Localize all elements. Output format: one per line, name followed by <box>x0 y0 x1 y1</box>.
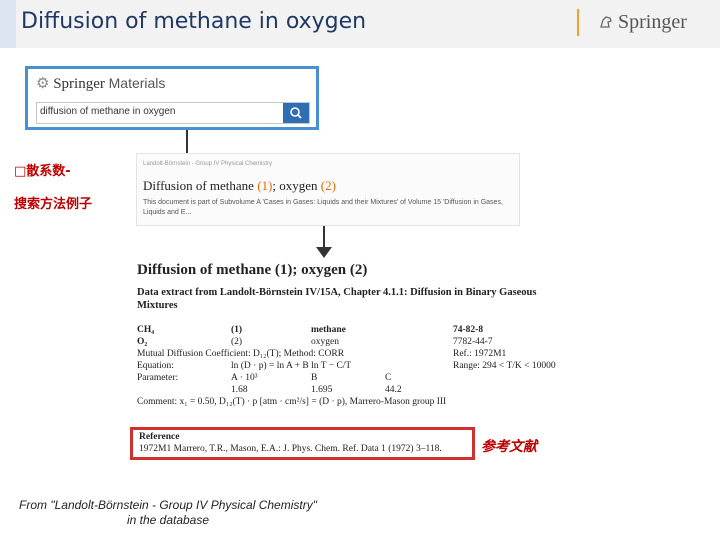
result-title-num2: (2) <box>320 178 336 193</box>
label-diffusion-coefficient: □散系数- <box>14 164 71 179</box>
parameter-c: C <box>385 373 392 383</box>
result-title-num1: (1) <box>257 178 273 193</box>
header-divider <box>577 9 579 36</box>
result-title-part-a: Diffusion of methane <box>143 178 258 193</box>
row-cas: 7782-44-7 <box>453 337 493 347</box>
sm-logo-icon: ⚙ <box>36 76 50 92</box>
comment-line: Comment: x₁ = 0.50, D₁₂(T) · p [atm · cm… <box>137 397 447 407</box>
mutual-diffusion-ref: Ref.: 1972M1 <box>453 349 507 359</box>
search-result-item[interactable]: Landolt-Börnstein - Group IV Physical Ch… <box>136 153 520 226</box>
row-num: (2) <box>231 337 243 347</box>
parameter-a: A · 10³ <box>231 373 258 383</box>
mutual-diffusion-label: Mutual Diffusion Coefficient: D₁₂(T); Me… <box>137 349 345 359</box>
document-title: Diffusion of methane (1); oxygen (2) <box>137 262 368 278</box>
result-title[interactable]: Diffusion of methane (1); oxygen (2) <box>143 178 336 194</box>
equation-range: Range: 294 < T/K < 10000 <box>453 361 556 371</box>
slide-title: Diffusion of methane in oxygen <box>21 9 367 34</box>
arrow-head-down <box>316 247 332 258</box>
caption-line-2: in the database <box>126 513 210 527</box>
reference-box: Reference 1972M1 Marrero, T.R., Mason, E… <box>130 427 475 460</box>
equation-label: Equation: <box>137 361 174 371</box>
search-input[interactable] <box>40 106 280 117</box>
springer-materials-search-panel: ⚙ Springer Materials <box>25 66 319 130</box>
caption-line-1: From "Landolt-Börnstein - Group IV Physi… <box>19 498 317 512</box>
slide-header: Diffusion of methane in oxygen Springer <box>0 0 720 48</box>
result-breadcrumb: Landolt-Börnstein - Group IV Physical Ch… <box>143 161 273 167</box>
result-description: This document is part of Subvolume A 'Ca… <box>143 199 503 216</box>
row-num: (1) <box>231 325 243 335</box>
reference-label: 参考文献 <box>481 439 537 455</box>
equation-expression: ln (D · p) = ln A + B ln T − C/T <box>231 361 352 371</box>
row-name: oxygen <box>311 337 339 347</box>
row-formula: CH₄ <box>137 325 155 335</box>
reference-heading: Reference <box>139 432 180 442</box>
header-accent-bar <box>0 0 16 48</box>
springer-logo-text: Springer <box>618 11 687 33</box>
result-title-part-b: ; oxygen <box>272 178 321 193</box>
sm-logo-suffix: Materials <box>108 75 166 91</box>
sm-logo-brand: Springer <box>53 76 105 92</box>
row-name: methane <box>311 325 346 335</box>
value-b: 1.695 <box>311 385 333 395</box>
value-c: 44.2 <box>385 385 402 395</box>
springer-horse-icon <box>600 16 612 28</box>
springer-logo: Springer <box>598 11 687 34</box>
springer-materials-logo: ⚙ Springer Materials <box>36 74 165 93</box>
parameter-label: Parameter: <box>137 373 179 383</box>
row-formula: O₂ <box>137 337 148 347</box>
search-box <box>36 102 310 124</box>
label-search-example: 搜索方法例子 <box>14 197 93 212</box>
parameter-b: B <box>311 373 318 383</box>
value-a: 1.68 <box>231 385 248 395</box>
search-button[interactable] <box>283 103 309 123</box>
source-caption: From "Landolt-Börnstein - Group IV Physi… <box>10 498 326 528</box>
reference-citation: 1972M1 Marrero, T.R., Mason, E.A.: J. Ph… <box>139 444 442 454</box>
row-cas: 74-82-8 <box>453 325 484 335</box>
search-icon <box>290 107 302 119</box>
document-subtitle: Data extract from Landolt-Börnstein IV/1… <box>137 287 537 311</box>
